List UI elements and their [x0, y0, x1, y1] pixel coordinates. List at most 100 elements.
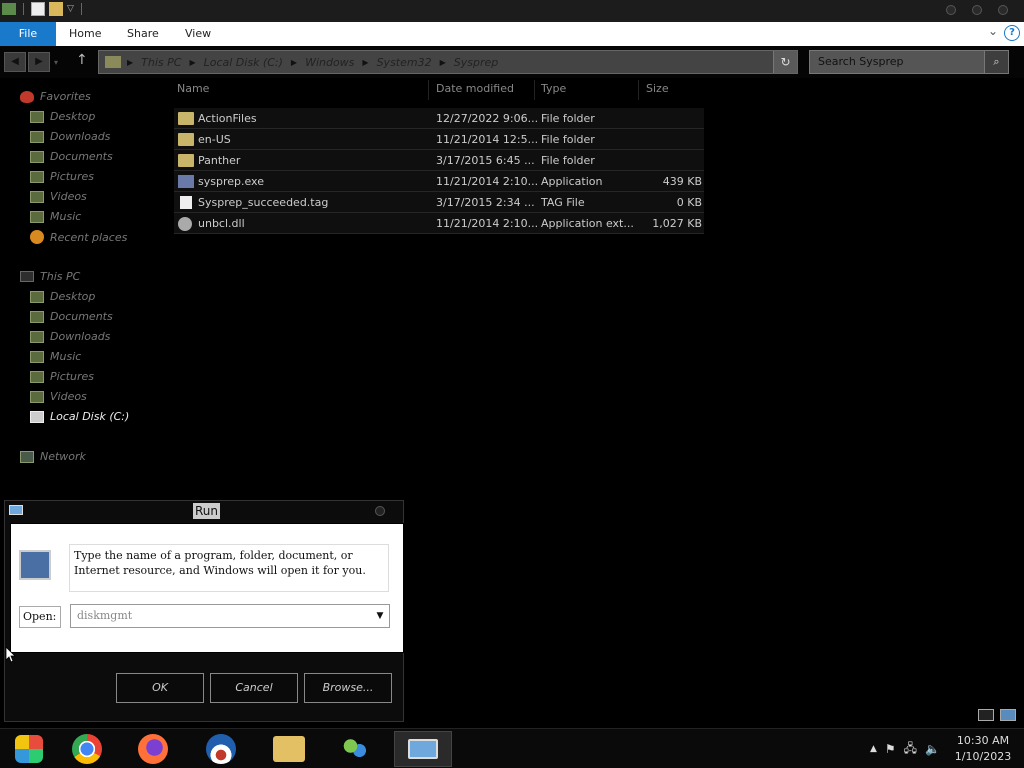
clock-date: 1/10/2023 — [954, 750, 1012, 763]
breadcrumb-local-disk[interactable]: Local Disk (C:) — [204, 56, 283, 69]
nav-fav-music[interactable]: Music — [30, 210, 81, 223]
breadcrumb-system32[interactable]: System32 — [377, 56, 432, 69]
obama-logo-icon — [206, 734, 236, 764]
dropdown-arrow-icon[interactable]: ▼ — [373, 605, 387, 627]
browse-button[interactable]: Browse... — [304, 673, 392, 703]
column-header-name[interactable]: Name — [177, 82, 209, 95]
file-icon — [180, 196, 192, 209]
recent-locations-chevron-icon[interactable]: ▾ — [54, 58, 58, 67]
heart-icon — [20, 90, 34, 103]
view-toggles — [978, 709, 1016, 721]
file-row[interactable]: en-US 11/21/2014 12:5... File folder — [174, 129, 704, 150]
explorer-app-icon — [2, 3, 16, 15]
expand-ribbon-chevron-icon[interactable]: ⌄ — [988, 24, 998, 38]
open-input-value[interactable]: diskmgmt — [77, 609, 132, 622]
nav-fav-recent-places[interactable]: Recent places — [30, 230, 127, 244]
nav-pc-local-disk[interactable]: Local Disk (C:) — [25, 407, 145, 425]
taskbar-network-people[interactable] — [326, 731, 384, 767]
column-header-date[interactable]: Date modified — [436, 82, 514, 95]
breadcrumb-windows[interactable]: Windows — [305, 56, 354, 69]
documents-icon — [30, 310, 44, 323]
nav-fav-pictures[interactable]: Pictures — [30, 170, 94, 183]
start-button[interactable] — [0, 731, 58, 767]
downloads-icon — [30, 330, 44, 343]
minimize-button[interactable] — [946, 5, 956, 15]
run-dialog: Run Type the name of a program, folder, … — [4, 500, 404, 722]
network-icon — [20, 450, 34, 463]
folder-icon — [178, 154, 194, 167]
documents-icon — [30, 150, 44, 163]
nav-pc-downloads[interactable]: Downloads — [30, 330, 110, 343]
file-row[interactable]: ActionFiles 12/27/2022 9:06... File fold… — [174, 108, 704, 129]
taskbar-firefox[interactable] — [124, 731, 182, 767]
gear-icon — [178, 217, 192, 231]
nav-fav-videos[interactable]: Videos — [30, 190, 87, 203]
tab-home[interactable]: Home — [69, 22, 101, 46]
volume-icon[interactable]: 🔈 — [925, 742, 940, 756]
breadcrumb-sysprep[interactable]: Sysprep — [454, 56, 498, 69]
file-row[interactable]: Panther 3/17/2015 6:45 ... File folder — [174, 150, 704, 171]
clock-time: 10:30 AM — [956, 734, 1010, 747]
forward-button[interactable]: ▶ — [28, 52, 50, 72]
customize-qat-chevron-icon[interactable]: ▽ — [67, 4, 74, 14]
nav-this-pc[interactable]: This PC — [20, 270, 80, 283]
file-row[interactable]: sysprep.exe 11/21/2014 2:10... Applicati… — [174, 171, 704, 192]
address-bar[interactable]: ▶ This PC ▶ Local Disk (C:) ▶ Windows ▶ … — [98, 50, 798, 74]
new-folder-icon[interactable] — [49, 2, 63, 16]
file-row[interactable]: unbcl.dll 11/21/2014 2:10... Application… — [174, 213, 704, 234]
tab-share[interactable]: Share — [127, 22, 159, 46]
nav-pc-desktop[interactable]: Desktop — [30, 290, 95, 303]
open-label: Open: — [19, 606, 61, 628]
tab-view[interactable]: View — [185, 22, 211, 46]
navigation-pane: Favorites Desktop Downloads Documents Pi… — [0, 78, 168, 498]
search-input[interactable]: Search Sysprep ⌕ — [809, 50, 1009, 74]
taskbar-file-explorer[interactable] — [260, 731, 318, 767]
run-icon — [408, 739, 438, 759]
start-orb-icon — [15, 735, 43, 763]
column-header-size[interactable]: Size — [646, 82, 669, 95]
run-description: Type the name of a program, folder, docu… — [69, 544, 389, 592]
nav-pc-music[interactable]: Music — [30, 350, 81, 363]
nav-fav-desktop[interactable]: Desktop — [30, 110, 95, 123]
taskbar-run[interactable] — [394, 731, 452, 767]
nav-pc-documents[interactable]: Documents — [30, 310, 113, 323]
run-content-panel: Type the name of a program, folder, docu… — [10, 523, 404, 653]
breadcrumb-this-pc[interactable]: This PC — [141, 56, 181, 69]
search-icon[interactable]: ⌕ — [984, 51, 1008, 73]
pictures-icon — [30, 370, 44, 383]
mouse-cursor-icon — [6, 647, 16, 663]
nav-favorites[interactable]: Favorites — [20, 90, 91, 103]
refresh-icon[interactable]: ↻ — [773, 51, 797, 73]
taskbar-obama-app[interactable] — [192, 731, 250, 767]
nav-pc-videos[interactable]: Videos — [30, 390, 87, 403]
network-status-icon[interactable]: 🖧 — [904, 739, 917, 760]
details-view-icon[interactable] — [978, 709, 994, 721]
column-header-type[interactable]: Type — [541, 82, 566, 95]
ok-button[interactable]: OK — [116, 673, 204, 703]
tab-file[interactable]: File — [0, 22, 56, 46]
properties-icon[interactable] — [31, 2, 45, 16]
firefox-icon — [138, 734, 168, 764]
action-center-flag-icon[interactable]: ⚑ — [885, 742, 896, 756]
recent-places-icon — [30, 230, 44, 244]
quick-access-toolbar: ▽ — [0, 2, 85, 16]
nav-fav-downloads[interactable]: Downloads — [30, 130, 110, 143]
cancel-button[interactable]: Cancel — [210, 673, 298, 703]
close-button[interactable] — [375, 506, 385, 516]
file-row[interactable]: Sysprep_succeeded.tag 3/17/2015 2:34 ...… — [174, 192, 704, 213]
taskbar-chrome[interactable] — [58, 731, 116, 767]
maximize-button[interactable] — [972, 5, 982, 15]
back-button[interactable]: ◀ — [4, 52, 26, 72]
open-combobox[interactable]: diskmgmt ▼ — [70, 604, 390, 628]
nav-fav-documents[interactable]: Documents — [30, 150, 113, 163]
help-icon[interactable]: ? — [1004, 25, 1020, 41]
nav-pc-pictures[interactable]: Pictures — [30, 370, 94, 383]
nav-network[interactable]: Network — [20, 450, 86, 463]
show-hidden-icons-chevron-icon[interactable]: ▲ — [870, 744, 877, 754]
clock[interactable]: 10:30 AM 1/10/2023 — [948, 733, 1018, 765]
desktop-icon — [30, 110, 44, 123]
close-button[interactable] — [998, 5, 1008, 15]
up-arrow-icon[interactable]: ↑ — [76, 52, 88, 68]
large-icons-view-icon[interactable] — [1000, 709, 1016, 721]
videos-icon — [30, 190, 44, 203]
